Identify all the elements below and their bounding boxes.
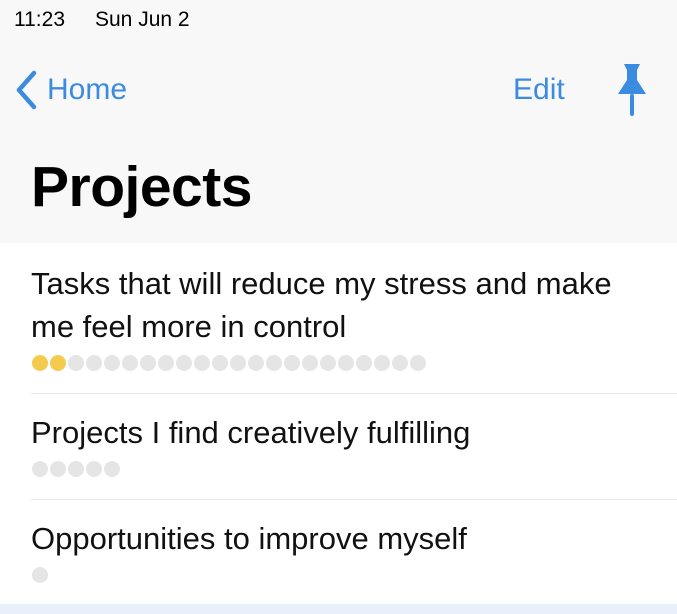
pending-task-dot xyxy=(392,355,408,371)
pending-task-dot xyxy=(176,355,192,371)
pending-task-dot xyxy=(248,355,264,371)
project-title: Opportunities to improve myself xyxy=(31,521,467,556)
pending-task-dot xyxy=(68,461,84,477)
task-progress-dots xyxy=(32,567,48,583)
pending-task-dot xyxy=(230,355,246,371)
pending-task-dot xyxy=(32,567,48,583)
project-title: Projects I find creatively fulfilling xyxy=(31,415,471,450)
pushpin-icon[interactable] xyxy=(610,62,654,118)
projects-screen: 11:23 Sun Jun 2 Home Edit Projects Tasks… xyxy=(0,0,677,614)
pending-task-dot xyxy=(266,355,282,371)
back-label: Home xyxy=(47,73,128,106)
pending-task-dot xyxy=(50,461,66,477)
list-item-project-3[interactable]: Opportunities to improve myself xyxy=(0,500,677,604)
header-area: 11:23 Sun Jun 2 Home Edit Projects xyxy=(0,0,677,243)
pending-task-dot xyxy=(320,355,336,371)
back-button[interactable]: Home xyxy=(14,68,127,112)
pending-task-dot xyxy=(194,355,210,371)
pending-task-dot xyxy=(104,461,120,477)
pending-task-dot xyxy=(338,355,354,371)
page-title: Projects xyxy=(31,155,252,219)
pending-task-dot xyxy=(284,355,300,371)
pending-task-dot xyxy=(86,461,102,477)
status-time: 11:23 xyxy=(14,8,65,31)
pending-task-dot xyxy=(374,355,390,371)
pending-task-dot xyxy=(32,461,48,477)
task-progress-dots xyxy=(32,355,426,371)
pending-task-dot xyxy=(140,355,156,371)
pending-task-dot xyxy=(122,355,138,371)
pending-task-dot xyxy=(212,355,228,371)
edit-button[interactable]: Edit xyxy=(513,68,565,112)
pending-task-dot xyxy=(104,355,120,371)
project-title: Tasks that will reduce my stress and mak… xyxy=(31,266,612,344)
list-item-project-1[interactable]: Tasks that will reduce my stress and mak… xyxy=(0,243,677,393)
bottom-toolbar-edge xyxy=(0,604,677,614)
pending-task-dot xyxy=(410,355,426,371)
completed-task-dot xyxy=(50,355,66,371)
list-item-project-2[interactable]: Projects I find creatively fulfilling xyxy=(0,394,677,499)
pending-task-dot xyxy=(68,355,84,371)
pending-task-dot xyxy=(302,355,318,371)
task-progress-dots xyxy=(32,461,120,477)
pending-task-dot xyxy=(356,355,372,371)
status-date: Sun Jun 2 xyxy=(95,8,190,31)
chevron-left-icon xyxy=(16,70,37,110)
pending-task-dot xyxy=(158,355,174,371)
pending-task-dot xyxy=(86,355,102,371)
completed-task-dot xyxy=(32,355,48,371)
